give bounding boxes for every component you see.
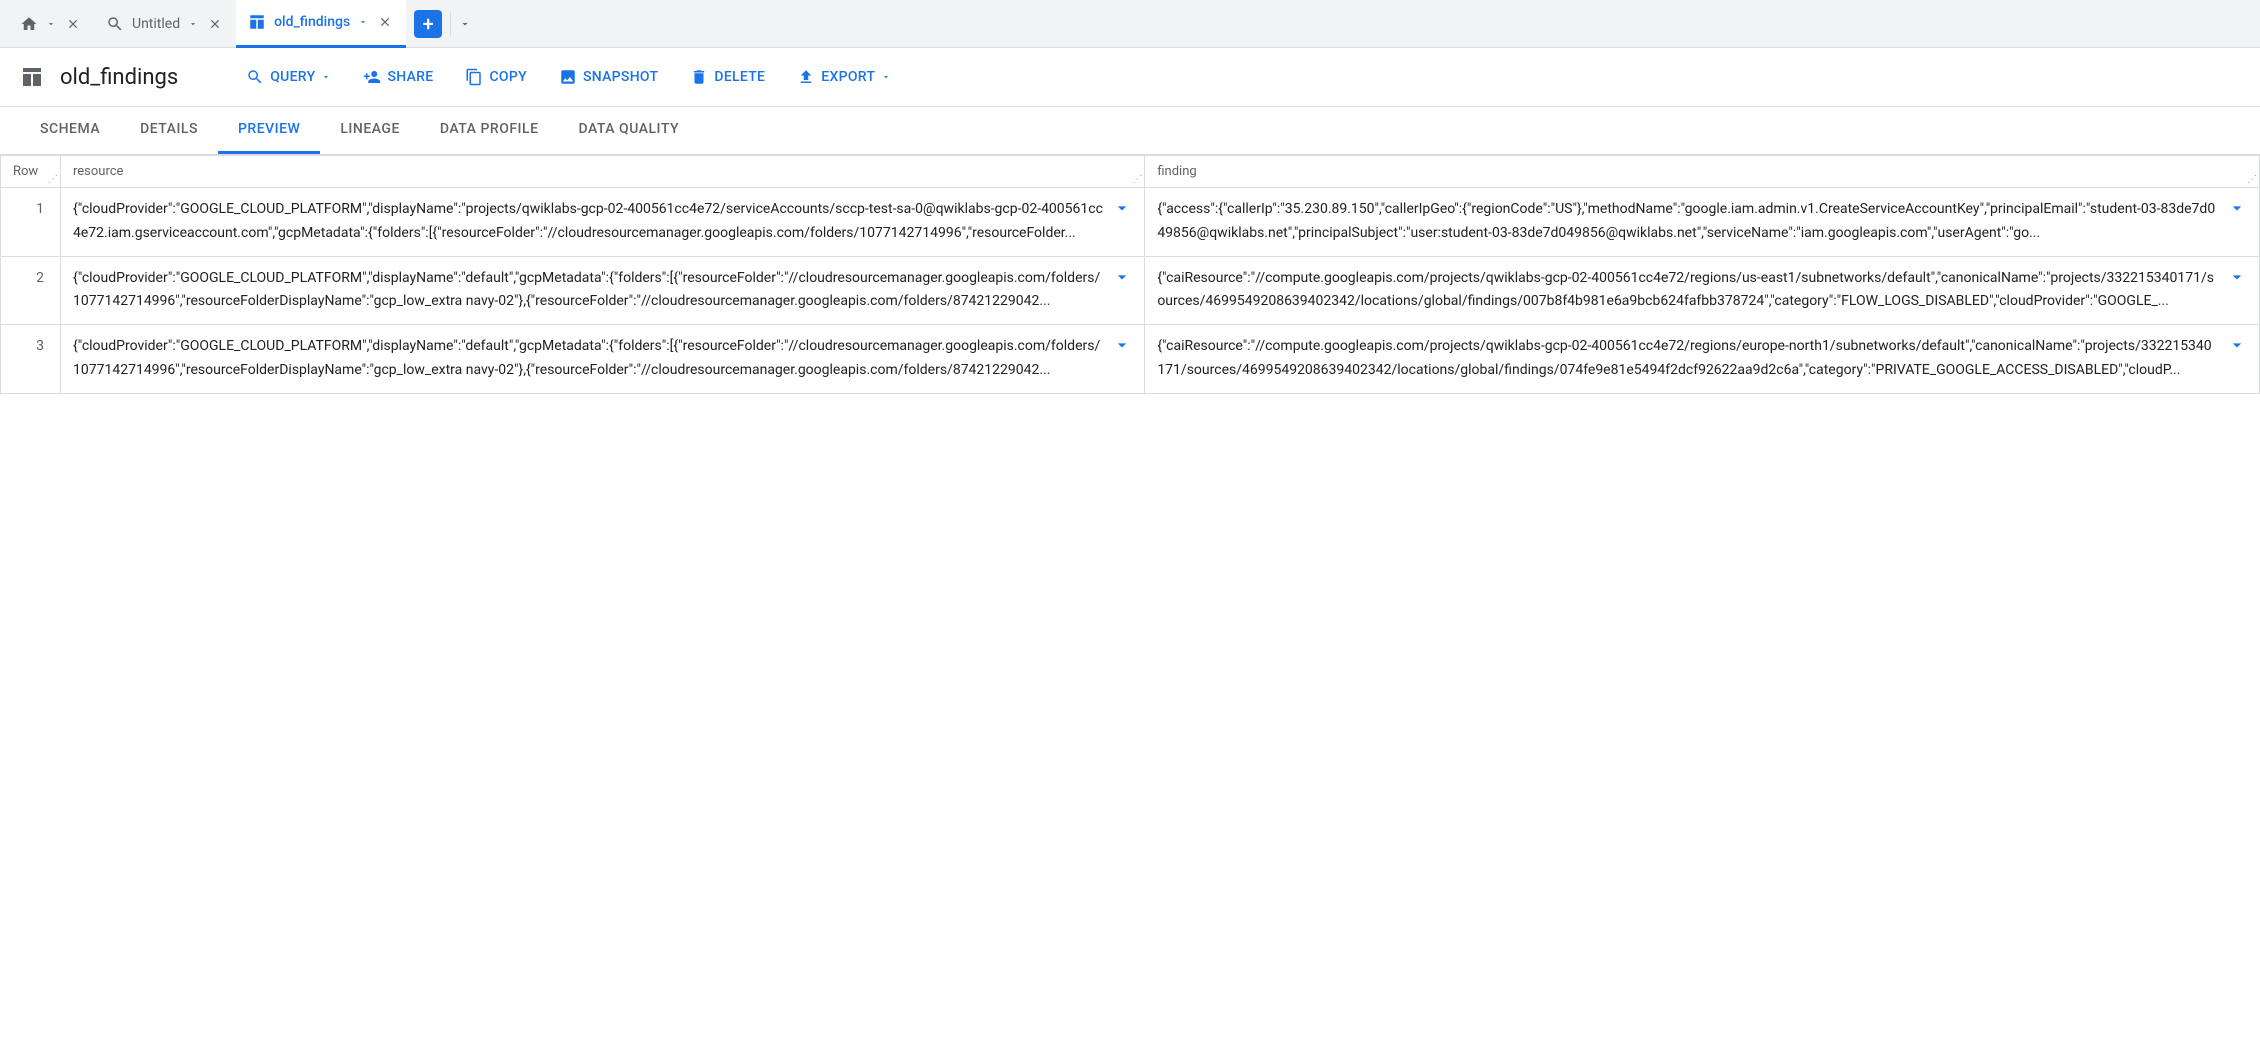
chevron-down-icon[interactable] [358, 17, 368, 27]
resize-handle[interactable]: ⋰ [2247, 174, 2257, 185]
page-title: old_findings [60, 65, 178, 90]
query-button[interactable]: QUERY [234, 60, 343, 94]
snapshot-button[interactable]: SNAPSHOT [547, 60, 670, 94]
chevron-down-icon [881, 72, 891, 82]
tab-bar: Untitled old_findings + [0, 0, 2260, 48]
button-label: QUERY [270, 69, 315, 85]
cell-resource: {"cloudProvider":"GOOGLE_CLOUD_PLATFORM"… [61, 188, 1145, 257]
table-header-row: Row ⋰ resource ⋰ finding ⋰ [1, 156, 2260, 188]
sub-tabs: SCHEMA DETAILS PREVIEW LINEAGE DATA PROF… [0, 107, 2260, 155]
tab-label: old_findings [274, 14, 350, 30]
expand-icon[interactable] [2227, 198, 2247, 246]
tab-home[interactable] [8, 0, 94, 48]
button-label: SNAPSHOT [583, 69, 658, 85]
chevron-down-icon[interactable] [188, 19, 198, 29]
button-label: EXPORT [821, 69, 875, 85]
toolbar: old_findings QUERY SHARE COPY SNAPSHOT D… [0, 48, 2260, 107]
close-icon[interactable] [64, 15, 82, 33]
row-number: 3 [1, 325, 61, 394]
cell-text: {"cloudProvider":"GOOGLE_CLOUD_PLATFORM"… [73, 198, 1104, 246]
chevron-down-icon[interactable] [46, 19, 56, 29]
cell-finding: {"caiResource":"//compute.googleapis.com… [1145, 325, 2260, 394]
separator [450, 12, 451, 36]
add-tab-button[interactable]: + [414, 10, 442, 38]
tab-data-profile[interactable]: DATA PROFILE [420, 107, 559, 154]
copy-button[interactable]: COPY [453, 60, 538, 94]
cell-finding: {"caiResource":"//compute.googleapis.com… [1145, 256, 2260, 325]
cell-text: {"cloudProvider":"GOOGLE_CLOUD_PLATFORM"… [73, 335, 1104, 383]
tab-old-findings[interactable]: old_findings [236, 0, 406, 48]
export-button[interactable]: EXPORT [785, 60, 903, 94]
cell-finding: {"access":{"callerIp":"35.230.89.150","c… [1145, 188, 2260, 257]
tab-schema[interactable]: SCHEMA [20, 107, 120, 154]
tab-lineage[interactable]: LINEAGE [320, 107, 420, 154]
cell-text: {"access":{"callerIp":"35.230.89.150","c… [1157, 198, 2219, 246]
expand-icon[interactable] [2227, 335, 2247, 383]
cell-resource: {"cloudProvider":"GOOGLE_CLOUD_PLATFORM"… [61, 256, 1145, 325]
resize-handle[interactable]: ⋰ [48, 174, 58, 185]
tab-untitled[interactable]: Untitled [94, 0, 236, 48]
cell-text: {"caiResource":"//compute.googleapis.com… [1157, 335, 2219, 383]
table-icon [20, 65, 44, 89]
share-button[interactable]: SHARE [351, 60, 445, 94]
row-number: 1 [1, 188, 61, 257]
expand-icon[interactable] [1112, 198, 1132, 246]
expand-icon[interactable] [1112, 335, 1132, 383]
chevron-down-icon [321, 72, 331, 82]
table-row: 2{"cloudProvider":"GOOGLE_CLOUD_PLATFORM… [1, 256, 2260, 325]
cell-text: {"cloudProvider":"GOOGLE_CLOUD_PLATFORM"… [73, 267, 1104, 315]
expand-icon[interactable] [2227, 267, 2247, 315]
tab-data-quality[interactable]: DATA QUALITY [558, 107, 699, 154]
chevron-down-icon[interactable] [459, 18, 471, 30]
cell-resource: {"cloudProvider":"GOOGLE_CLOUD_PLATFORM"… [61, 325, 1145, 394]
button-label: COPY [489, 69, 526, 85]
expand-icon[interactable] [1112, 267, 1132, 315]
column-header-finding[interactable]: finding ⋰ [1145, 156, 2260, 188]
query-icon [106, 15, 124, 33]
table-icon [248, 13, 266, 31]
button-label: SHARE [387, 69, 433, 85]
home-icon [20, 15, 38, 33]
column-header-resource[interactable]: resource ⋰ [61, 156, 1145, 188]
column-header-row[interactable]: Row ⋰ [1, 156, 61, 188]
tab-preview[interactable]: PREVIEW [218, 107, 320, 154]
table-row: 3{"cloudProvider":"GOOGLE_CLOUD_PLATFORM… [1, 325, 2260, 394]
resize-handle[interactable]: ⋰ [1132, 174, 1142, 185]
close-icon[interactable] [206, 15, 224, 33]
delete-button[interactable]: DELETE [678, 60, 777, 94]
button-label: DELETE [714, 69, 765, 85]
tab-label: Untitled [132, 16, 180, 32]
tab-details[interactable]: DETAILS [120, 107, 218, 154]
table-row: 1{"cloudProvider":"GOOGLE_CLOUD_PLATFORM… [1, 188, 2260, 257]
data-table: Row ⋰ resource ⋰ finding ⋰ 1{"cloudProvi… [0, 155, 2260, 394]
row-number: 2 [1, 256, 61, 325]
close-icon[interactable] [376, 13, 394, 31]
cell-text: {"caiResource":"//compute.googleapis.com… [1157, 267, 2219, 315]
